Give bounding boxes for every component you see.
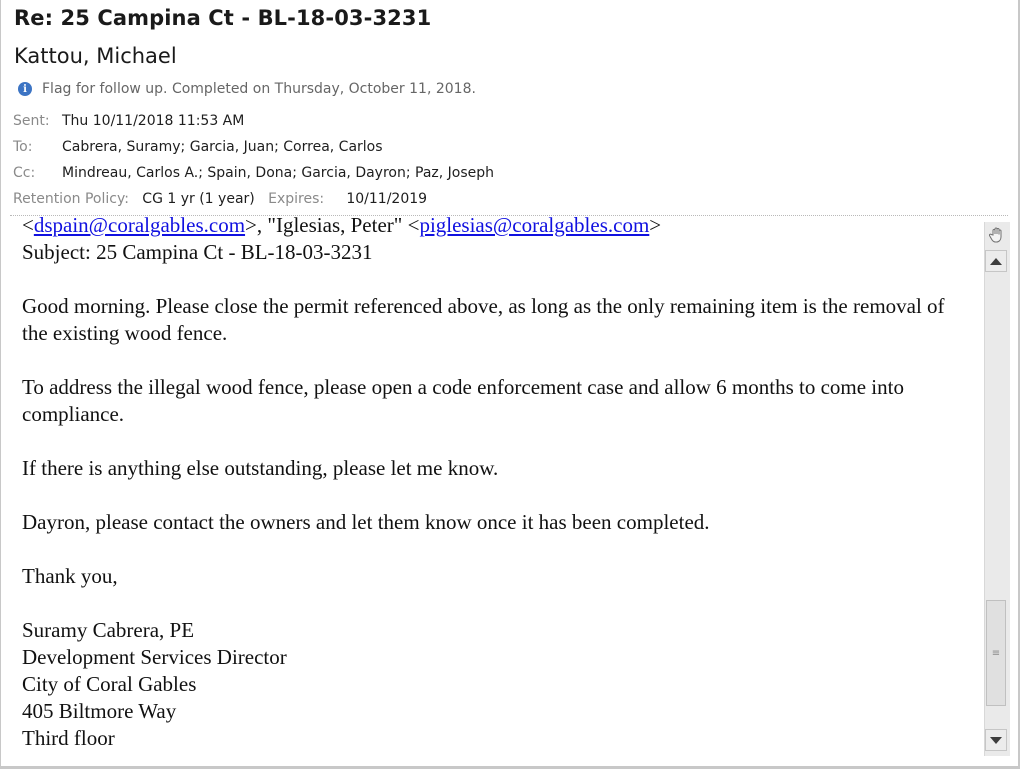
email-link-dspain[interactable]: dspain@coralgables.com [34, 216, 245, 237]
body-paragraph: Dayron, please contact the owners and le… [22, 510, 710, 534]
hand-icon[interactable] [987, 225, 1007, 245]
body-paragraph: To address the illegal wood fence, pleas… [22, 375, 904, 426]
cc-recipients[interactable]: Mindreau, Carlos A.; Spain, Dona; Garcia… [62, 165, 494, 181]
flag-status[interactable]: i Flag for follow up. Completed on Thurs… [18, 80, 476, 98]
arrow-down-icon [990, 736, 1002, 744]
to-row: To: Cabrera, Suramy; Garcia, Juan; Correa… [13, 139, 383, 155]
bracket-open: < [22, 216, 34, 237]
sent-row: Sent: Thu 10/11/2018 11:53 AM [13, 113, 244, 129]
bracket-close: > [649, 216, 662, 237]
recipient-text: >, "Iglesias, Peter" < [245, 216, 420, 237]
expires-value: 10/11/2019 [346, 191, 428, 207]
email-link-piglesias[interactable]: piglesias@coralgables.com [419, 216, 649, 237]
body-paragraph: Good morning. Please close the permit re… [22, 294, 945, 345]
sent-value: Thu 10/11/2018 11:53 AM [62, 113, 245, 129]
body-partial-line: <dspain@coralgables.com>, "Iglesias, Pet… [22, 216, 972, 239]
cc-row: Cc: Mindreau, Carlos A.; Spain, Dona; Gar… [13, 165, 494, 181]
sent-label: Sent: [13, 113, 50, 129]
signature-org: City of Coral Gables [22, 672, 197, 696]
flag-text: Flag for follow up. Completed on Thursda… [42, 81, 476, 97]
to-label: To: [13, 139, 33, 155]
body-paragraph: If there is anything else outstanding, p… [22, 456, 499, 480]
retention-row: Retention Policy: CG 1 yr (1 year) Expir… [13, 191, 427, 207]
body-closing: Thank you, [22, 564, 118, 588]
info-icon: i [18, 82, 32, 96]
scroll-up-button[interactable] [985, 250, 1007, 272]
retention-label: Retention Policy: [13, 191, 129, 207]
signature-address: 405 Biltmore Way [22, 699, 177, 723]
retention-value: CG 1 yr (1 year) [142, 191, 255, 207]
scroll-thumb[interactable]: ≡ [986, 600, 1006, 706]
message-body[interactable]: <dspain@coralgables.com>, "Iglesias, Pet… [1, 216, 984, 756]
arrow-up-icon [990, 257, 1002, 265]
signature-name: Suramy Cabrera, PE [22, 618, 195, 642]
message-sender[interactable]: Kattou, Michael [14, 44, 177, 68]
body-subject-line: Subject: 25 Campina Ct - BL-18-03-3231 [22, 240, 373, 264]
message-subject: Re: 25 Campina Ct - BL-18-03-3231 [14, 6, 432, 30]
grip-icon: ≡ [991, 647, 1001, 659]
signature-title: Development Services Director [22, 645, 287, 669]
to-recipients[interactable]: Cabrera, Suramy; Garcia, Juan; Correa, C… [62, 139, 383, 155]
expires-label: Expires: [268, 191, 325, 207]
cc-label: Cc: [13, 165, 36, 181]
scroll-down-button[interactable] [985, 729, 1007, 751]
message-body-content: <dspain@coralgables.com>, "Iglesias, Pet… [22, 216, 972, 752]
signature-address: Third floor [22, 726, 115, 750]
